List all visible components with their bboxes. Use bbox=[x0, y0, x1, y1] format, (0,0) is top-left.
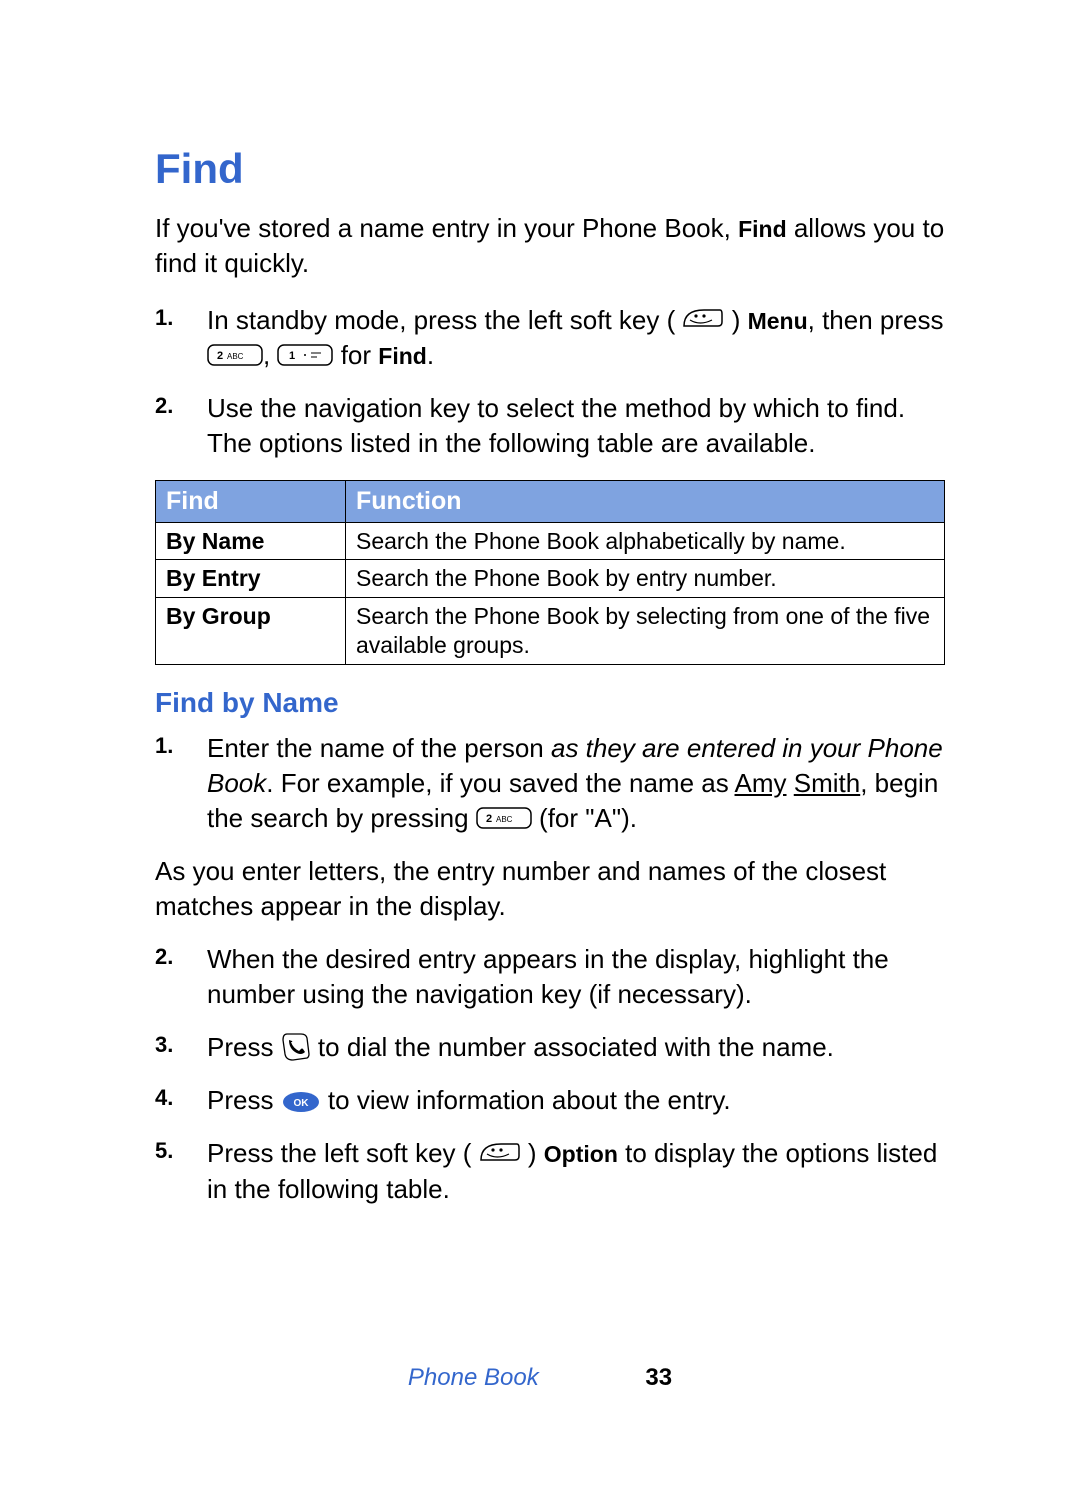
table-row: By Entry Search the Phone Book by entry … bbox=[156, 560, 945, 598]
name-underline: Amy bbox=[735, 768, 787, 798]
steps-list-1: 1. In standby mode, press the left soft … bbox=[155, 303, 945, 461]
svg-text:ABC: ABC bbox=[496, 815, 513, 824]
step-3: 3. Press to dial the number associated w… bbox=[207, 1030, 945, 1065]
key-2abc-icon: 2 ABC bbox=[476, 805, 532, 831]
step-num: 5. bbox=[155, 1136, 173, 1166]
step-text: , bbox=[263, 340, 277, 370]
table-cell-desc: Search the Phone Book by entry number. bbox=[346, 560, 945, 598]
table-cell-label: By Group bbox=[156, 598, 346, 665]
intro-part1: If you've stored a name entry in your Ph… bbox=[155, 213, 738, 243]
space bbox=[787, 768, 794, 798]
step-text: ) bbox=[528, 1138, 544, 1168]
step-4: 4. Press OK to view information about th… bbox=[207, 1083, 945, 1118]
name-underline: Smith bbox=[794, 768, 860, 798]
softkey-icon bbox=[682, 306, 724, 334]
step-text: When the desired entry appears in the di… bbox=[207, 944, 889, 1009]
step-2: 2. When the desired entry appears in the… bbox=[207, 942, 945, 1012]
table-header-row: Find Function bbox=[156, 480, 945, 522]
step-num: 1. bbox=[155, 731, 173, 761]
page-title: Find bbox=[155, 145, 945, 193]
svg-text:2: 2 bbox=[486, 813, 492, 825]
table-row: By Name Search the Phone Book alphabetic… bbox=[156, 522, 945, 560]
step-text: to dial the number associated with the n… bbox=[318, 1032, 834, 1062]
step-text: In standby mode, press the left soft key… bbox=[207, 305, 682, 335]
step-text: Use the navigation key to select the met… bbox=[207, 393, 905, 458]
page-footer: Phone Book 33 bbox=[0, 1364, 1080, 1392]
svg-text:OK: OK bbox=[293, 1098, 309, 1109]
footer-section: Phone Book bbox=[408, 1364, 539, 1391]
step-2: 2. Use the navigation key to select the … bbox=[207, 391, 945, 461]
svg-text:ABC: ABC bbox=[227, 352, 244, 361]
table-header-function: Function bbox=[346, 480, 945, 522]
step-text: , then press bbox=[808, 305, 944, 335]
softkey-icon bbox=[479, 1140, 521, 1168]
mid-paragraph: As you enter letters, the entry number a… bbox=[155, 854, 945, 924]
step-5: 5. Press the left soft key ( ) Option to… bbox=[207, 1136, 945, 1206]
step-num: 2. bbox=[155, 942, 173, 972]
step-num: 2. bbox=[155, 391, 173, 421]
steps-list-3: 2. When the desired entry appears in the… bbox=[155, 942, 945, 1207]
step-text: for bbox=[341, 340, 379, 370]
step-text: (for "A"). bbox=[539, 803, 637, 833]
svg-text:1: 1 bbox=[289, 350, 295, 362]
step-text: to view information about the entry. bbox=[328, 1085, 731, 1115]
table-cell-desc: Search the Phone Book by selecting from … bbox=[346, 598, 945, 665]
option-label: Option bbox=[544, 1141, 618, 1167]
step-1: 1. Enter the name of the person as they … bbox=[207, 731, 945, 836]
step-text: ) bbox=[732, 305, 748, 335]
find-table: Find Function By Name Search the Phone B… bbox=[155, 480, 945, 665]
steps-list-2: 1. Enter the name of the person as they … bbox=[155, 731, 945, 836]
step-text: . bbox=[427, 340, 434, 370]
intro-text: If you've stored a name entry in your Ph… bbox=[155, 211, 945, 281]
intro-bold: Find bbox=[738, 216, 787, 242]
menu-label: Menu bbox=[748, 308, 808, 334]
find-label: Find bbox=[378, 343, 427, 369]
table-cell-label: By Entry bbox=[156, 560, 346, 598]
step-num: 3. bbox=[155, 1030, 173, 1060]
table-row: By Group Search the Phone Book by select… bbox=[156, 598, 945, 665]
step-text: Enter the name of the person bbox=[207, 733, 551, 763]
step-num: 1. bbox=[155, 303, 173, 333]
key-1-icon: 1 bbox=[277, 342, 333, 368]
step-text: Press the left soft key ( bbox=[207, 1138, 479, 1168]
step-1: 1. In standby mode, press the left soft … bbox=[207, 303, 945, 373]
table-cell-label: By Name bbox=[156, 522, 346, 560]
footer-page-number: 33 bbox=[645, 1364, 672, 1391]
step-text: Press bbox=[207, 1085, 281, 1115]
call-key-icon bbox=[281, 1032, 311, 1062]
svg-text:2: 2 bbox=[217, 350, 223, 362]
key-2abc-icon: 2 ABC bbox=[207, 342, 263, 368]
table-header-find: Find bbox=[156, 480, 346, 522]
ok-key-icon: OK bbox=[281, 1088, 321, 1112]
step-num: 4. bbox=[155, 1083, 173, 1113]
table-cell-desc: Search the Phone Book alphabetically by … bbox=[346, 522, 945, 560]
step-text: Press bbox=[207, 1032, 281, 1062]
step-text: . For example, if you saved the name as bbox=[266, 768, 734, 798]
subheading-find-by-name: Find by Name bbox=[155, 687, 945, 719]
